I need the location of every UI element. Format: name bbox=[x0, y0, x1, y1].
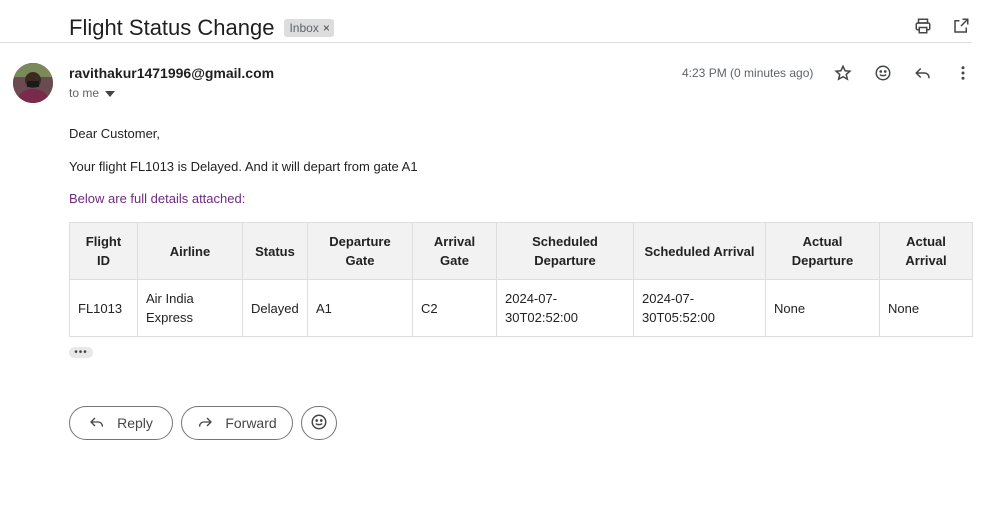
email-greeting: Dear Customer, bbox=[69, 126, 161, 141]
email-body-details-intro: Below are full details attached: bbox=[69, 191, 246, 206]
show-trimmed-content-button[interactable]: ••• bbox=[69, 347, 93, 358]
cell-airline: Air India Express bbox=[137, 279, 243, 337]
message-actions bbox=[833, 63, 973, 83]
emoji-icon[interactable] bbox=[873, 63, 893, 83]
recipient-text: to me bbox=[69, 86, 100, 100]
col-actual-arrival: Actual Arrival bbox=[879, 222, 973, 280]
col-scheduled-arrival: Scheduled Arrival bbox=[633, 222, 766, 280]
chevron-down-icon bbox=[105, 86, 116, 100]
remove-label-button[interactable]: × bbox=[323, 21, 330, 35]
table-row: FL1013 Air India Express Delayed A1 C2 2… bbox=[69, 279, 973, 337]
forward-button[interactable]: Forward bbox=[181, 406, 293, 440]
email-timestamp: 4:23 PM (0 minutes ago) bbox=[682, 66, 814, 80]
col-scheduled-departure: Scheduled Departure bbox=[496, 222, 634, 280]
inbox-label-chip[interactable]: Inbox × bbox=[284, 19, 334, 37]
col-status: Status bbox=[242, 222, 308, 280]
email-body-line: Your flight FL1013 is Delayed. And it wi… bbox=[69, 159, 418, 174]
print-icon[interactable] bbox=[913, 16, 933, 36]
email-subject: Flight Status Change bbox=[69, 15, 275, 40]
reply-icon bbox=[89, 414, 105, 433]
col-departure-gate: Departure Gate bbox=[307, 222, 413, 280]
flight-details-table: Flight ID Airline Status Departure Gate … bbox=[69, 222, 973, 337]
col-airline: Airline bbox=[137, 222, 243, 280]
cell-departure-gate: A1 bbox=[307, 279, 413, 337]
cell-actual-departure: None bbox=[765, 279, 880, 337]
cell-flight-id: FL1013 bbox=[69, 279, 138, 337]
recipient-details-toggle[interactable]: to me bbox=[69, 86, 116, 100]
sender-avatar[interactable] bbox=[13, 63, 53, 103]
emoji-reaction-button[interactable] bbox=[301, 406, 337, 440]
reply-button[interactable]: Reply bbox=[69, 406, 173, 440]
col-arrival-gate: Arrival Gate bbox=[412, 222, 497, 280]
thread-toolbar bbox=[913, 16, 971, 36]
sender-email[interactable]: ravithakur1471996@gmail.com bbox=[69, 65, 274, 81]
cell-arrival-gate: C2 bbox=[412, 279, 497, 337]
cell-actual-arrival: None bbox=[879, 279, 973, 337]
reply-icon[interactable] bbox=[913, 63, 933, 83]
forward-button-label: Forward bbox=[225, 415, 277, 431]
label-text: Inbox bbox=[289, 21, 319, 35]
subject-row: Flight Status Change Inbox × bbox=[69, 12, 334, 44]
cell-scheduled-departure: 2024-07-30T02:52:00 bbox=[496, 279, 634, 337]
forward-icon bbox=[197, 414, 213, 433]
open-in-new-window-icon[interactable] bbox=[951, 16, 971, 36]
col-actual-departure: Actual Departure bbox=[765, 222, 880, 280]
star-icon[interactable] bbox=[833, 63, 853, 83]
reply-button-label: Reply bbox=[117, 415, 153, 431]
cell-scheduled-arrival: 2024-07-30T05:52:00 bbox=[633, 279, 766, 337]
more-vert-icon[interactable] bbox=[953, 63, 973, 83]
cell-status: Delayed bbox=[242, 279, 308, 337]
header-divider bbox=[0, 42, 972, 43]
col-flight-id: Flight ID bbox=[69, 222, 138, 280]
emoji-icon bbox=[310, 413, 328, 434]
table-header-row: Flight ID Airline Status Departure Gate … bbox=[69, 222, 973, 280]
